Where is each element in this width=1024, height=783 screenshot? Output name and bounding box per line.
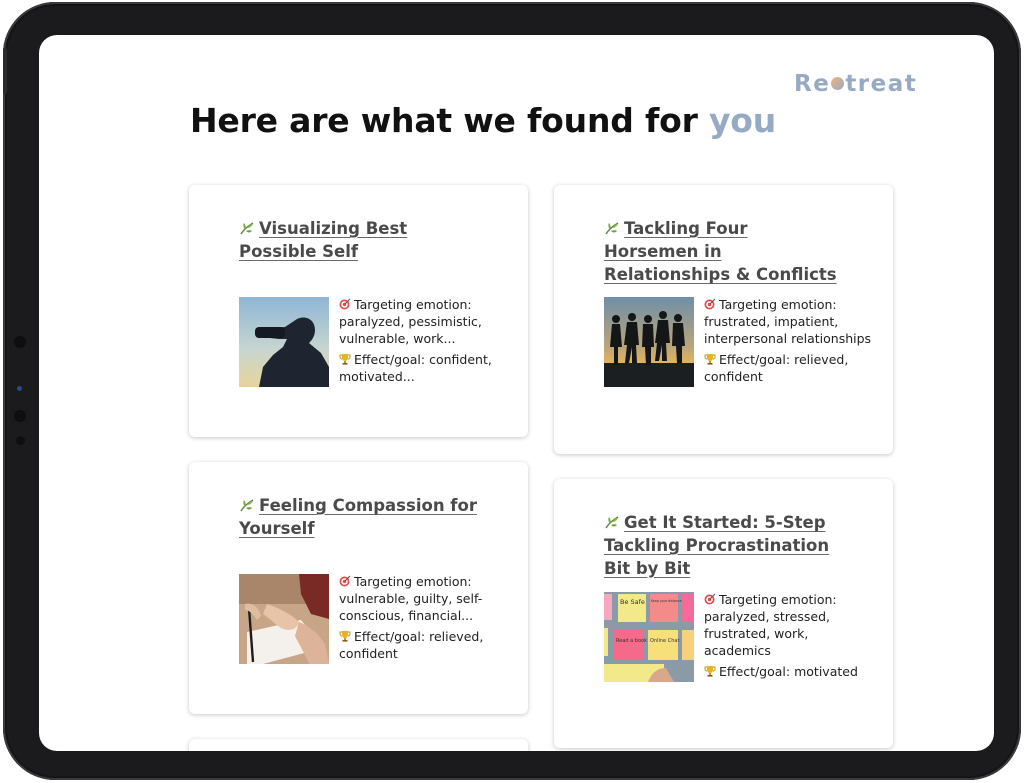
logo-text-suffix: treat [845, 71, 918, 97]
card-details: Targeting emotion: vulnerable, guilty, s… [339, 573, 509, 666]
trophy-icon [339, 354, 351, 365]
goal-value: motivated [794, 664, 858, 679]
app-screen: Re treat Here are what we found for you V… [39, 35, 994, 751]
emotion-value: vulnerable, guilty, self-conscious, fina… [339, 591, 483, 623]
result-card[interactable]: Get It Started: 5-Step Tackling Procrast… [554, 479, 893, 748]
card-title-text: Feeling Compassion for Yourself [239, 496, 477, 538]
sticky-notes-photo: Be Safe Keep your distance Read a book O… [604, 592, 694, 682]
emotion-value: frustrated, impatient, interpersonal rel… [704, 314, 872, 346]
leaf-icon [605, 516, 619, 529]
camera-sensor [14, 410, 26, 422]
group-silhouette-photo [604, 297, 694, 387]
writing-hand-photo [239, 574, 329, 664]
side-button [3, 48, 7, 94]
emotion-value: paralyzed, pessimistic, vulnerable, work… [339, 314, 482, 346]
card-title-link[interactable]: Feeling Compassion for Yourself [239, 494, 479, 540]
retreat-logo[interactable]: Re treat [794, 71, 917, 97]
card-details: Targeting emotion: frustrated, impatient… [704, 296, 874, 389]
result-card[interactable]: Visualizing Best Possible Self Targeting… [189, 185, 528, 437]
leaf-icon [240, 222, 254, 235]
sticky-note-text: Read a book [616, 638, 647, 644]
result-card[interactable]: Feeling Compassion for Yourself Targetin… [189, 462, 528, 714]
camera-sensor [16, 436, 25, 445]
card-details: Targeting emotion: paralyzed, pessimisti… [339, 296, 509, 389]
card-title-link[interactable]: Visualizing Best Possible Self [239, 217, 479, 263]
emotion-label: Targeting emotion: [354, 297, 472, 312]
emotion-value: paralyzed, stressed, frustrated, work, a… [704, 609, 830, 658]
binoculars-photo [239, 297, 329, 387]
logo-mark-icon [831, 76, 845, 90]
sticky-note-text: Online Chat [650, 638, 679, 644]
card-title-link[interactable]: Tackling Four Horsemen in Relationships … [604, 217, 844, 286]
sticky-note-text: Be Safe [620, 598, 645, 606]
target-icon [704, 298, 716, 310]
card-title-text: Get It Started: 5-Step Tackling Procrast… [604, 513, 830, 578]
emotion-label: Targeting emotion: [719, 297, 837, 312]
emotion-label: Targeting emotion: [719, 592, 837, 607]
target-icon [339, 575, 351, 587]
emotion-label: Targeting emotion: [354, 574, 472, 589]
target-icon [704, 593, 716, 605]
page-title-main: Here are what we found for [190, 101, 709, 140]
trophy-icon [704, 354, 716, 365]
result-card[interactable] [189, 739, 528, 751]
card-title-text: Visualizing Best Possible Self [239, 219, 408, 261]
logo-text-prefix: Re [794, 71, 831, 97]
page-title-accent: you [708, 101, 777, 140]
leaf-icon [240, 499, 254, 512]
sticky-note-text: Keep your distance [651, 599, 682, 603]
page-title: Here are what we found for you [190, 101, 776, 140]
goal-label: Effect/goal: [354, 352, 426, 367]
trophy-icon [339, 631, 351, 642]
camera-lens [17, 386, 22, 391]
card-details: Targeting emotion: paralyzed, stressed, … [704, 591, 874, 684]
camera-sensor [14, 336, 26, 348]
goal-label: Effect/goal: [354, 629, 426, 644]
tablet-frame: Re treat Here are what we found for you V… [3, 2, 1021, 780]
target-icon [339, 298, 351, 310]
result-card[interactable]: Tackling Four Horsemen in Relationships … [554, 185, 893, 454]
goal-label: Effect/goal: [719, 352, 791, 367]
card-title-text: Tackling Four Horsemen in Relationships … [604, 219, 837, 284]
card-title-link[interactable]: Get It Started: 5-Step Tackling Procrast… [604, 511, 844, 580]
leaf-icon [605, 222, 619, 235]
goal-label: Effect/goal: [719, 664, 791, 679]
trophy-icon [704, 666, 716, 677]
